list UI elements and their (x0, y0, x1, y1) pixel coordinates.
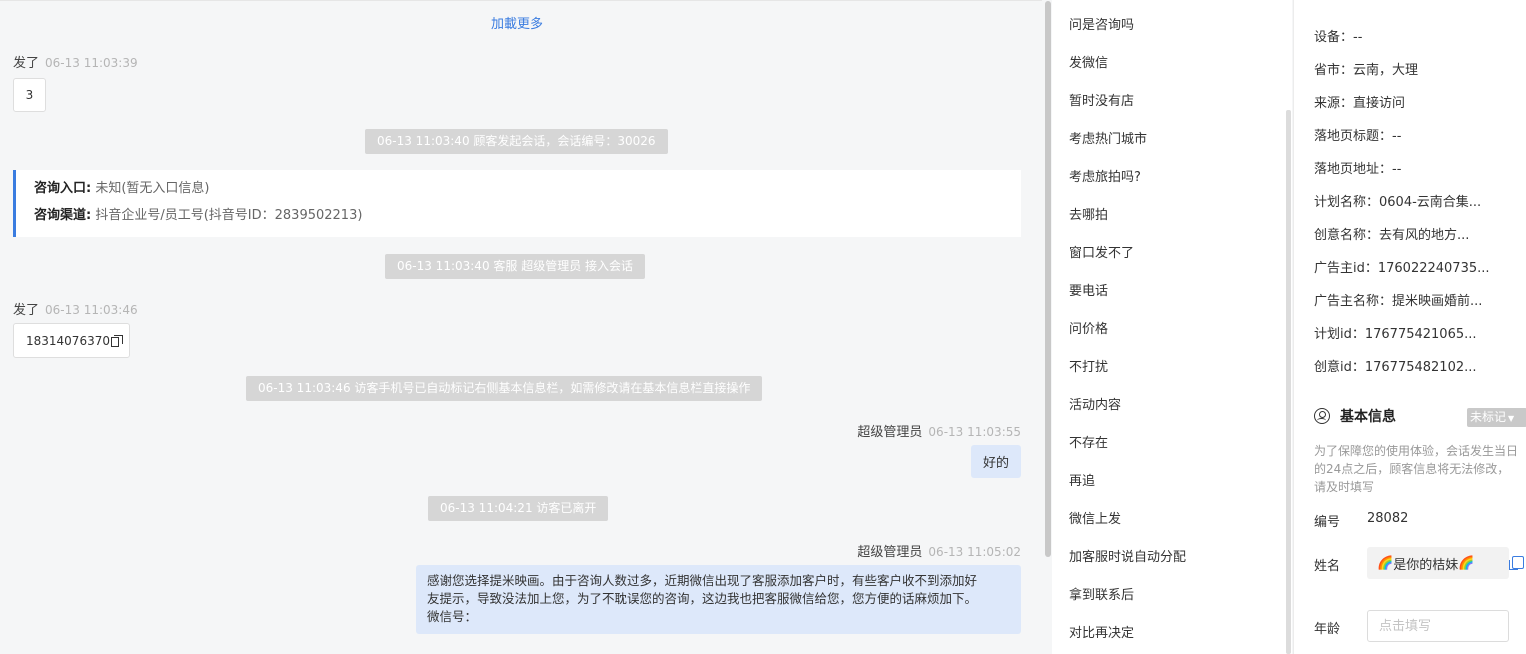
quick-reply-item[interactable]: 要电话 (1069, 280, 1108, 299)
age-input[interactable] (1367, 610, 1509, 642)
quick-reply-panel: 问是咨询吗发微信暂时没有店考虑热门城市 考虑旅拍吗? 去哪拍窗口发不了要电话问价格不… (1052, 0, 1292, 654)
message-text: 3 (25, 88, 34, 102)
message-line: 微信号： (427, 609, 478, 624)
id-value: 28082 (1367, 511, 1409, 526)
rainbow-icon: 🌈 (1377, 555, 1394, 571)
quick-reply-item[interactable]: 考虑旅拍吗? (1069, 166, 1141, 185)
message-time: 06-13 11:03:55 (928, 425, 1021, 439)
name-value: 是你的桔妹 (1393, 557, 1459, 573)
customer-info-panel: 设备：-- 省市：云南，大理 来源：直接访问 落地页标题：-- 落地页地址：--… (1293, 0, 1526, 654)
phone-number-text: 18314076370 (26, 333, 110, 348)
quick-reply-item[interactable]: 暂时没有店 (1069, 90, 1134, 109)
system-notice: 06-13 11:03:46 访客手机号已自动标记右侧基本信息栏，如需修改请在基… (246, 376, 763, 401)
consult-info-card: 咨询入口: 未知(暂无入口信息) 咨询渠道: 抖音企业号/员工号(抖音号ID：2… (13, 170, 1021, 237)
channel-value: 抖音企业号/员工号(抖音号ID：2839502213) (95, 208, 363, 223)
chat-scrollbar[interactable] (1045, 1, 1051, 557)
quick-reply-item[interactable]: 微信上发 (1069, 508, 1121, 527)
tag-dropdown[interactable]: 未标记 ▼ (1467, 408, 1526, 427)
user-icon (1314, 408, 1330, 424)
basic-info-header: 基本信息 (1314, 406, 1396, 426)
copy-icon[interactable] (110, 334, 124, 347)
rainbow-icon: 🌈 (1458, 555, 1475, 571)
advertiser-id-row: 广告主id：176022240735... (1314, 261, 1490, 276)
province-row: 省市：云南，大理 (1314, 63, 1419, 78)
quick-reply-item[interactable]: 不存在 (1069, 432, 1108, 451)
source-row: 来源：直接访问 (1314, 96, 1406, 111)
quick-reply-item[interactable]: 问价格 (1069, 318, 1108, 337)
message-line: 感谢您选择提米映画。由于咨询人数过多，近期微信出现了客服添加客户时，有些客户收不… (427, 573, 978, 588)
tag-dropdown-value: 未标记 (1470, 410, 1507, 424)
message-line: 友提示，导致没法加上您，为了不耽误您的咨询，这边我也把客服微信给您，您方便的话麻… (427, 591, 978, 606)
message-header: 超级管理员 06-13 11:03:55 (857, 421, 1021, 440)
agent-message-bubble: 感谢您选择提米映画。由于咨询人数过多，近期微信出现了客服添加客户时，有些客户收不… (416, 565, 1021, 634)
caret-down-icon: ▼ (1508, 414, 1515, 423)
entry-label: 咨询入口: (34, 181, 92, 196)
agent-message-bubble: 好的 (971, 445, 1021, 478)
quick-reply-item[interactable]: 去哪拍 (1069, 204, 1108, 223)
plan-name-row: 计划名称：0604-云南合集... (1314, 195, 1482, 210)
message-time: 06-13 11:03:46 (45, 303, 138, 317)
message-time: 06-13 11:03:39 (45, 56, 138, 70)
system-notice: 06-13 11:03:40 客服 超级管理员 接入会话 (385, 254, 646, 279)
basic-info-title: 基本信息 (1340, 409, 1396, 425)
quick-reply-item[interactable]: 活动内容 (1069, 394, 1121, 413)
sender-name: 超级管理员 (857, 425, 923, 440)
entry-value: 未知(暂无入口信息) (95, 181, 210, 196)
channel-label: 咨询渠道: (34, 208, 92, 223)
system-notice: 06-13 11:04:21 访客已离开 (428, 496, 609, 521)
load-more-link[interactable]: 加載更多 (0, 13, 1034, 32)
message-text: 好的 (982, 456, 1009, 471)
sender-name: 发了 (13, 303, 40, 318)
message-header: 发了 06-13 11:03:39 (13, 52, 138, 71)
quick-reply-item[interactable]: 拿到联系后 (1069, 584, 1134, 603)
quick-reply-item[interactable]: 问是咨询吗 (1069, 14, 1134, 33)
sender-name: 发了 (13, 56, 40, 71)
quick-reply-item[interactable]: 考虑热门城市 (1069, 128, 1147, 147)
message-time: 06-13 11:05:02 (928, 545, 1021, 559)
id-label: 编号 (1314, 515, 1341, 530)
customer-message-bubble: 3 (13, 78, 46, 112)
chat-panel: 加載更多 发了 06-13 11:03:39 3 06-13 11:03:40 顾… (0, 0, 1051, 654)
quick-reply-scrollbar[interactable] (1286, 110, 1291, 654)
quick-reply-item[interactable]: 发微信 (1069, 52, 1108, 71)
quick-reply-item[interactable]: 不打扰 (1069, 356, 1108, 375)
sender-name: 超级管理员 (857, 545, 923, 560)
name-label: 姓名 (1314, 559, 1341, 574)
creative-name-row: 创意名称：去有风的地方... (1314, 228, 1470, 243)
message-header: 发了 06-13 11:03:46 (13, 299, 138, 318)
name-field[interactable]: 🌈 是你的桔妹 🌈 (1367, 547, 1509, 579)
quick-reply-item[interactable]: 窗口发不了 (1069, 242, 1134, 261)
customer-message-bubble: 18314076370 (13, 323, 130, 358)
plan-id-row: 计划id：176775421065... (1314, 327, 1477, 342)
creative-id-row: 创意id：176775482102... (1314, 360, 1477, 375)
landing-url-row: 落地页地址：-- (1314, 162, 1402, 177)
landing-title-row: 落地页标题：-- (1314, 129, 1402, 144)
copy-name-icon[interactable] (1509, 556, 1524, 570)
system-notice: 06-13 11:03:40 顾客发起会话，会话编号：30026 (365, 129, 668, 154)
age-label: 年龄 (1314, 622, 1341, 637)
quick-reply-item[interactable]: 加客服时说自动分配 (1069, 546, 1186, 565)
device-row: 设备：-- (1314, 30, 1363, 45)
quick-reply-item[interactable]: 再追 (1069, 470, 1095, 489)
advertiser-name-row: 广告主名称：提米映画婚前... (1314, 294, 1483, 309)
edit-notice: 为了保障您的使用体验，会话发生当日的24点之后，顾客信息将无法修改，请及时填写 (1314, 444, 1519, 494)
message-header: 超级管理员 06-13 11:05:02 (857, 541, 1021, 560)
quick-reply-item[interactable]: 对比再决定 (1069, 622, 1134, 641)
